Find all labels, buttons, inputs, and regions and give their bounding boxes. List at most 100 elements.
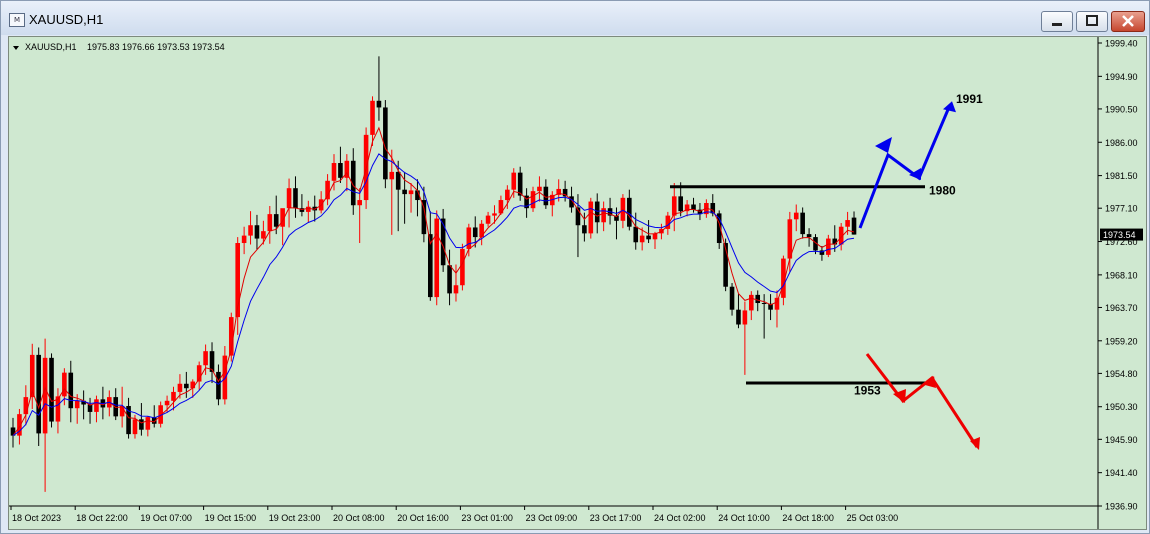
price-chart[interactable]: 1973.54198019531991 1999.401994.901990.5…: [9, 37, 1146, 529]
candle-body: [793, 212, 799, 220]
window-titlebar[interactable]: M XAUUSD,H1: [1, 1, 1149, 35]
candle-body: [826, 238, 831, 255]
candle-body: [267, 214, 273, 232]
price-tick-label: 1968.10: [1105, 270, 1138, 280]
candle-body: [800, 212, 805, 235]
candle-body: [261, 231, 266, 239]
minimize-icon: [1052, 23, 1062, 26]
candle-body: [395, 171, 401, 190]
candle-body: [774, 297, 780, 310]
price-tick-label: 1994.90: [1105, 72, 1138, 82]
candle-body: [370, 100, 375, 135]
candle-body: [203, 351, 208, 366]
candle-body: [691, 204, 696, 210]
price-tick-label: 1972.60: [1105, 237, 1138, 247]
candle-body: [273, 214, 279, 227]
price-tick-label: 1954.80: [1105, 369, 1138, 379]
bullish-arrowhead-2: [909, 168, 921, 180]
time-tick-label: 19 Oct 15:00: [205, 513, 257, 523]
candle-body: [671, 196, 677, 216]
minimize-button[interactable]: [1041, 11, 1073, 32]
candle-body: [139, 419, 144, 430]
bullish-arrowhead-1: [875, 137, 892, 153]
resistance-level-label: 1980: [929, 184, 956, 198]
candle-body: [68, 372, 74, 409]
candle-body: [49, 357, 54, 422]
candle-body: [845, 220, 850, 227]
chart-menu-icon[interactable]: [13, 46, 19, 50]
candle-body: [511, 172, 517, 190]
candle-body: [736, 309, 741, 325]
candle-body: [36, 354, 41, 434]
time-tick-label: 23 Oct 01:00: [461, 513, 513, 523]
time-tick-label: 19 Oct 23:00: [269, 513, 321, 523]
candle-body: [389, 171, 395, 180]
candle-body: [761, 303, 767, 305]
maximize-button[interactable]: [1076, 11, 1108, 32]
candle-body: [216, 371, 221, 400]
candle-body: [222, 355, 228, 400]
candle-body: [338, 163, 343, 178]
candle-body: [582, 225, 587, 234]
price-tick-label: 1936.90: [1105, 502, 1138, 512]
candle-body: [132, 419, 138, 435]
candle-body: [749, 294, 754, 311]
candle-body: [94, 399, 99, 412]
price-tick-label: 1977.10: [1105, 204, 1138, 214]
candle-body: [434, 218, 440, 298]
chart-window: M XAUUSD,H1 1973.54 1980 1953 1991 1999.40 1…: [0, 0, 1150, 534]
chart-symbol-label: XAUUSD,H1: [25, 42, 77, 52]
time-tick-label: 24 Oct 02:00: [654, 513, 706, 523]
chart-window-icon: M: [9, 13, 25, 27]
price-tick-label: 1950.30: [1105, 402, 1138, 412]
time-tick-label: 19 Oct 07:00: [140, 513, 192, 523]
candle-body: [164, 400, 170, 406]
candle-body: [492, 213, 497, 216]
candle-body: [408, 190, 414, 195]
candle-body: [331, 163, 337, 181]
close-button[interactable]: [1111, 11, 1145, 32]
candle-body: [588, 201, 594, 234]
candle-body: [639, 235, 645, 243]
time-tick-label: 18 Oct 2023: [12, 513, 61, 523]
candle-body: [357, 200, 362, 206]
candle-body: [74, 400, 80, 409]
chart-ohlc-values: 1975.83 1976.66 1973.53 1973.54: [87, 42, 225, 52]
time-tick-label: 20 Oct 08:00: [333, 513, 385, 523]
candle-body: [325, 180, 330, 200]
candle-body: [460, 248, 465, 286]
price-tick-label: 1959.20: [1105, 336, 1138, 346]
candle-body: [440, 218, 446, 266]
price-tick-label: 1990.50: [1105, 104, 1138, 114]
bullish-arrowhead-3: [943, 101, 956, 113]
window-title: XAUUSD,H1: [29, 12, 104, 27]
chart-area[interactable]: 1973.54 1980 1953 1991 1999.40 1994.90 1990.5…: [8, 36, 1147, 530]
bearish-scenario-arrow: [865, 353, 979, 448]
candle-body: [286, 188, 292, 209]
candle-body: [248, 225, 253, 236]
time-tick-label: 23 Oct 17:00: [590, 513, 642, 523]
candle-body: [678, 196, 683, 212]
price-tick-label: 1941.40: [1105, 468, 1138, 478]
maximize-icon: [1086, 15, 1098, 26]
time-tick-label: 25 Oct 03:00: [847, 513, 899, 523]
candle-body: [729, 286, 735, 310]
candle-body: [530, 191, 536, 209]
time-tick-label: 23 Oct 09:00: [526, 513, 578, 523]
candle-body: [594, 201, 600, 223]
close-icon: [1122, 15, 1134, 27]
candle-body: [755, 294, 761, 304]
candle-body: [254, 225, 260, 239]
candle-body: [466, 227, 472, 249]
candle-body: [402, 189, 407, 195]
candle-body: [453, 285, 459, 294]
candle-body: [376, 100, 382, 108]
candle-body: [184, 383, 189, 389]
candle-body: [171, 391, 176, 401]
candle-body: [306, 206, 311, 212]
support-level-label: 1953: [854, 384, 881, 398]
candle-body: [241, 235, 247, 244]
candle-body: [537, 186, 542, 192]
candle-body: [472, 227, 478, 238]
bullish-scenario-arrow: [858, 106, 951, 229]
